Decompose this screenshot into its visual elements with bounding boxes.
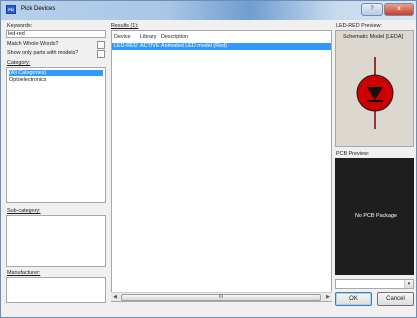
- close-button[interactable]: x: [384, 3, 414, 16]
- app-icon: PD: [6, 5, 16, 14]
- table-row[interactable]: LED-RED ACTIVE Animated LED model (Red): [112, 43, 331, 50]
- column-header-device[interactable]: Device: [114, 34, 130, 40]
- category-list[interactable]: (All Categories) Optoelectronics: [6, 67, 106, 203]
- results-horizontal-scrollbar[interactable]: ◀ III ▶: [111, 292, 332, 301]
- pcb-preview-label: PCB Preview:: [336, 151, 370, 157]
- led-symbol-icon: [356, 57, 394, 129]
- column-header-library[interactable]: Library: [140, 34, 156, 40]
- chevron-down-icon[interactable]: ▾: [404, 280, 413, 288]
- match-whole-words-label: Match Whole Words?: [7, 41, 59, 47]
- window-title: Pick Devices: [21, 6, 56, 12]
- keywords-input[interactable]: led-red: [6, 30, 106, 38]
- preview-title: LED-RED Preview:: [336, 23, 382, 29]
- scroll-right-icon[interactable]: ▶: [324, 294, 332, 301]
- results-label: Results (1):: [111, 23, 139, 29]
- subcategory-list[interactable]: [6, 215, 106, 267]
- row-description: Animated LED model (Red): [161, 43, 227, 49]
- pcb-package-select[interactable]: ▾: [335, 279, 414, 289]
- category-label: Category:: [7, 60, 31, 66]
- show-only-models-label: Show only parts with models?: [7, 50, 79, 56]
- ok-button[interactable]: OK: [335, 292, 372, 306]
- pcb-preview: No PCB Package: [335, 158, 414, 275]
- pcb-message: No PCB Package: [355, 213, 397, 219]
- scroll-thumb[interactable]: III: [121, 294, 321, 301]
- row-device: LED-RED: [114, 43, 138, 49]
- match-whole-words-checkbox[interactable]: [97, 41, 105, 49]
- manufacturer-list[interactable]: [6, 277, 106, 303]
- scroll-left-icon[interactable]: ◀: [111, 294, 119, 301]
- row-library: ACTIVE: [140, 43, 160, 49]
- pick-devices-window: PD Pick Devices ? x Keywords: led-red Ma…: [0, 0, 417, 318]
- results-table[interactable]: Device Library Description LED-RED ACTIV…: [111, 30, 332, 302]
- schematic-preview: Schematic Model [LEDA]: [335, 30, 414, 147]
- show-only-models-checkbox[interactable]: [97, 50, 105, 58]
- manufacturer-label: Manufacturer:: [7, 270, 41, 276]
- keywords-label: Keywords:: [7, 23, 33, 29]
- subcategory-label: Sub-category:: [7, 208, 41, 214]
- schematic-model-label: Schematic Model [LEDA]: [343, 34, 403, 40]
- keywords-value: led-red: [8, 31, 25, 37]
- category-item-all[interactable]: (All Categories): [9, 70, 103, 76]
- cancel-button[interactable]: Cancel: [377, 292, 414, 306]
- column-header-description[interactable]: Description: [161, 34, 188, 40]
- title-bar[interactable]: PD Pick Devices ? x: [1, 1, 416, 20]
- category-item-optoelectronics[interactable]: Optoelectronics: [9, 77, 46, 83]
- help-button[interactable]: ?: [361, 3, 383, 16]
